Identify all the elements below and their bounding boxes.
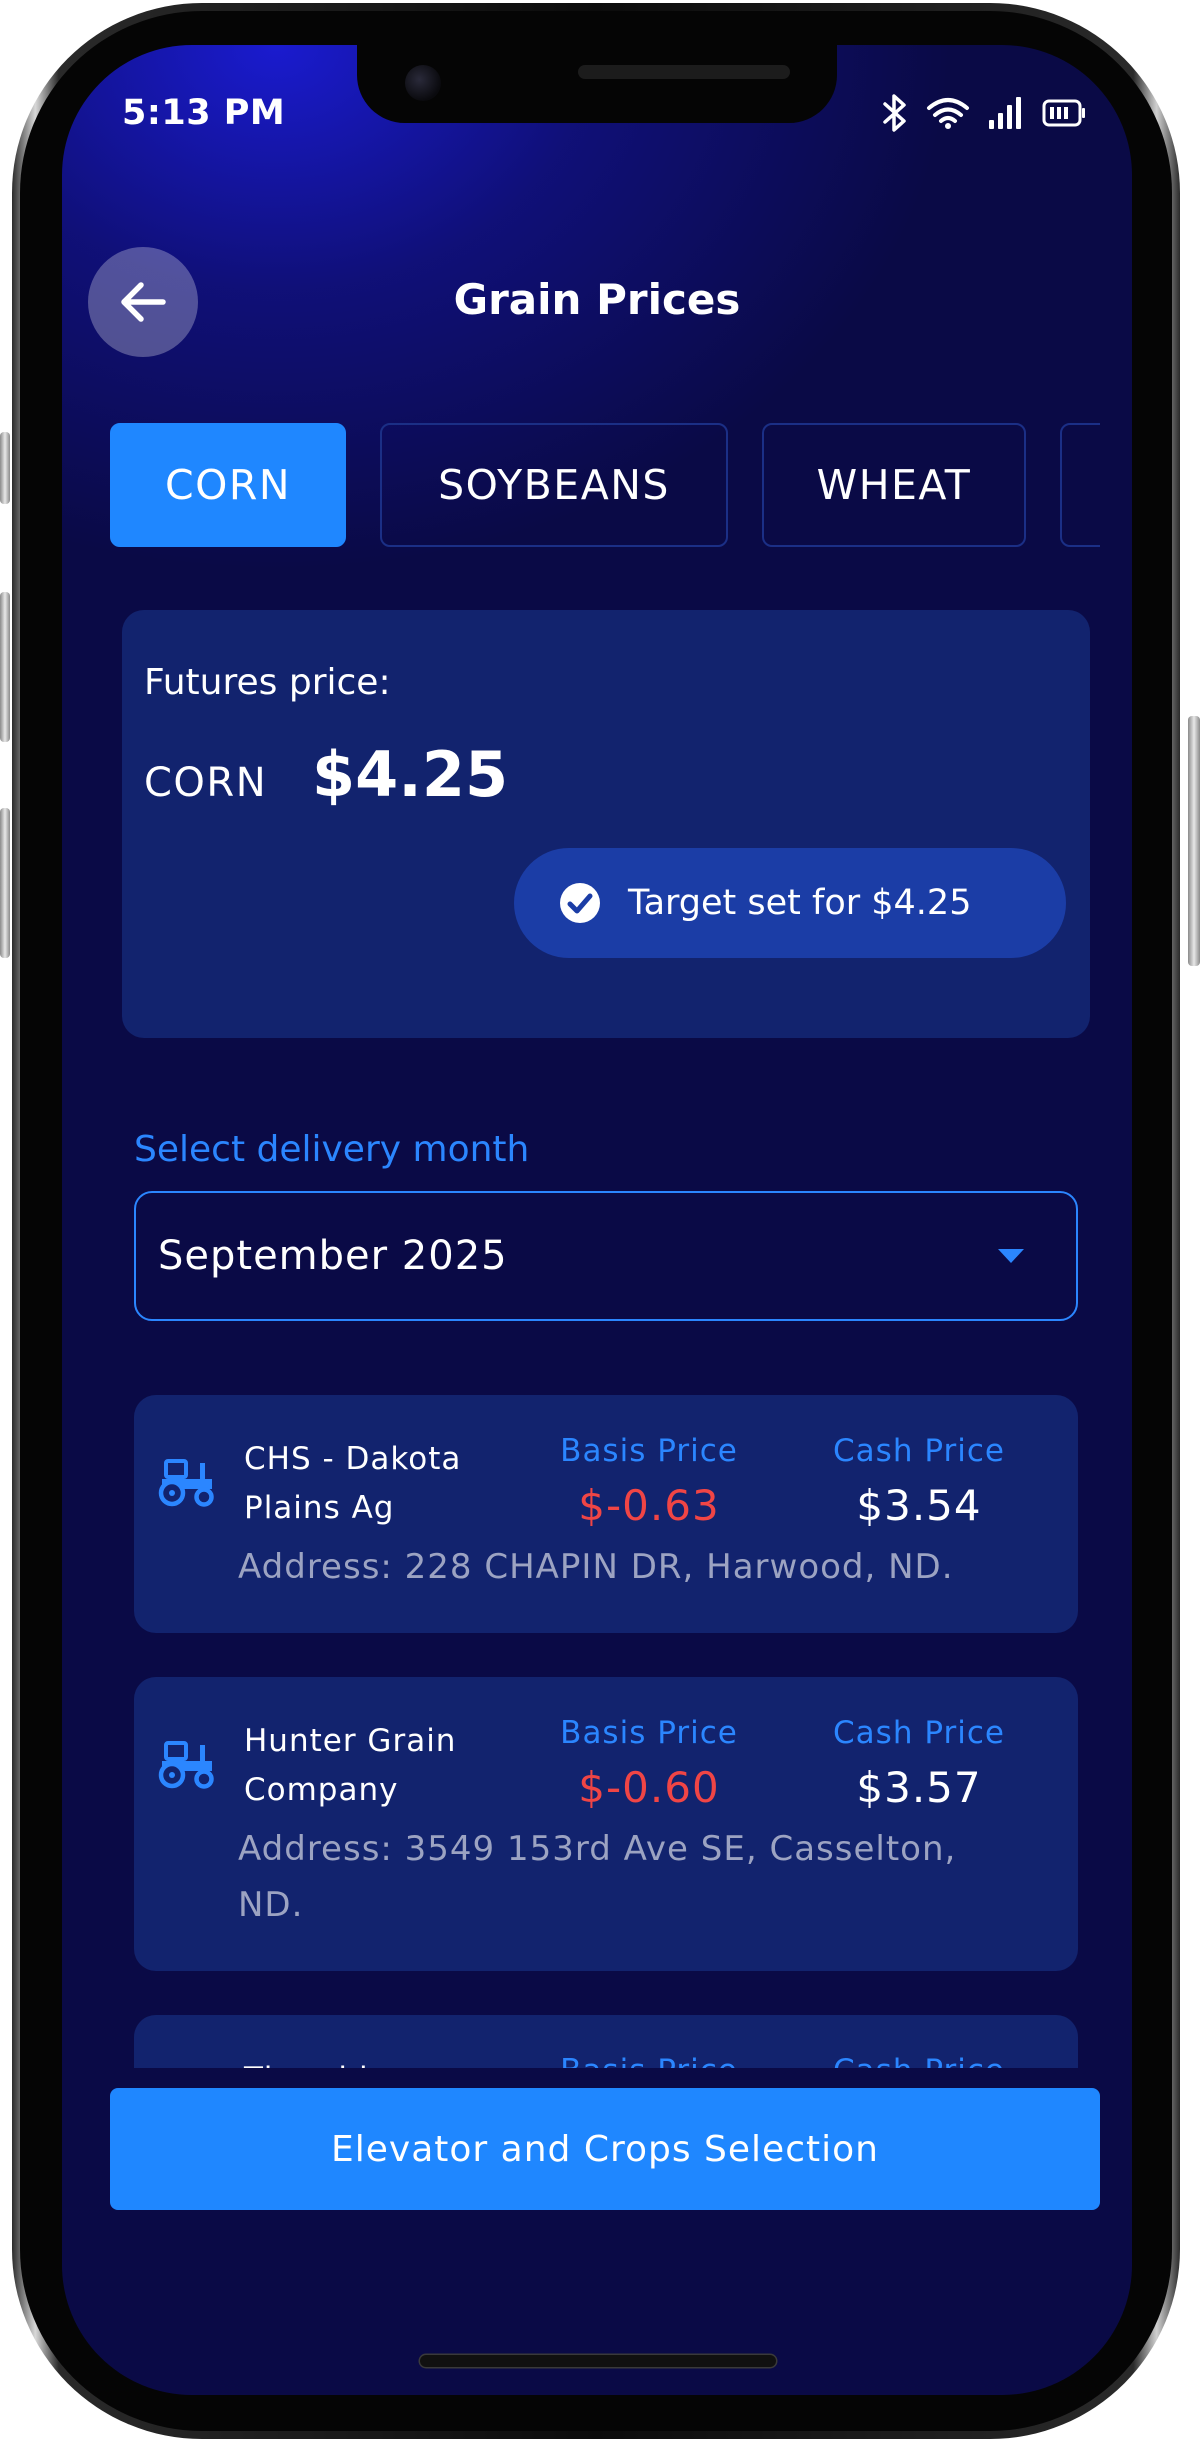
cash-price-label: Cash Price xyxy=(833,1433,1005,1469)
target-text: Target set for $4.25 xyxy=(628,883,972,923)
elevator-address: Address: 228 CHAPIN DR, Harwood, ND. xyxy=(238,1547,954,1587)
page-title: Grain Prices xyxy=(453,275,741,324)
status-icons xyxy=(882,93,1086,133)
crop-tabs: CORN SOYBEANS WHEAT xyxy=(110,423,1100,551)
cash-price-value: $3.54 xyxy=(856,1481,982,1530)
tab-wheat[interactable]: WHEAT xyxy=(762,423,1026,547)
mute-switch xyxy=(0,432,10,504)
tractor-icon xyxy=(158,1741,214,1789)
wifi-icon xyxy=(927,98,969,129)
check-circle-icon xyxy=(560,883,600,923)
futures-price: $4.25 xyxy=(312,738,509,811)
volume-up-button xyxy=(0,592,10,742)
cash-price-value: $3.57 xyxy=(856,1763,982,1812)
elevator-card[interactable]: CHS - Dakota Plains Ag Basis Price $-0.6… xyxy=(134,1395,1078,1633)
delivery-month-label: Select delivery month xyxy=(134,1129,530,1170)
volume-down-button xyxy=(0,808,10,958)
futures-card: Futures price: CORN $4.25 Target set for… xyxy=(122,610,1090,1038)
tab-soybeans[interactable]: SOYBEANS xyxy=(380,423,728,547)
elevator-card[interactable]: Tharaldson Basis Price Cash Price xyxy=(134,2015,1078,2068)
elevator-list[interactable]: CHS - Dakota Plains Ag Basis Price $-0.6… xyxy=(62,1375,1132,2068)
delivery-month-select[interactable]: September 2025 xyxy=(134,1191,1078,1321)
tab-corn[interactable]: CORN xyxy=(110,423,346,547)
home-indicator[interactable] xyxy=(420,2355,776,2367)
elevator-address: Address: 3549 153rd Ave SE, Casselton, N… xyxy=(238,1829,957,1925)
elevator-name: CHS - Dakota Plains Ag xyxy=(244,1441,462,1526)
earpiece-speaker xyxy=(578,65,790,79)
signal-icon xyxy=(989,97,1021,129)
basis-price-value: $-0.60 xyxy=(578,1763,720,1812)
battery-icon xyxy=(1042,99,1085,127)
elevator-crops-selection-button[interactable]: Elevator and Crops Selection xyxy=(110,2088,1100,2210)
status-time: 5:13 PM xyxy=(122,93,286,133)
caret-down-icon xyxy=(998,1249,1024,1263)
cash-price-label: Cash Price xyxy=(833,1715,1005,1751)
app-screen: 5:13 PM Grain Prices CORN SOYBEANS WHEAT… xyxy=(62,45,1132,2395)
basis-price-value: $-0.63 xyxy=(578,1481,720,1530)
basis-price-label: Basis Price xyxy=(560,1433,738,1469)
power-button xyxy=(1188,716,1200,966)
elevator-card[interactable]: Hunter Grain Company Basis Price $-0.60 … xyxy=(134,1677,1078,1971)
basis-price-label: Basis Price xyxy=(560,1715,738,1751)
basis-price-label: Basis Price xyxy=(534,2053,764,2068)
futures-label: Futures price: xyxy=(144,662,391,703)
elevator-name: Tharaldson xyxy=(244,2055,494,2068)
elevator-name: Hunter Grain Company xyxy=(244,1723,457,1808)
bluetooth-icon xyxy=(883,94,906,132)
notch xyxy=(357,45,837,123)
tab-next-crop[interactable] xyxy=(1060,423,1100,547)
tractor-icon xyxy=(158,1459,214,1507)
front-camera xyxy=(405,65,441,101)
target-button[interactable]: Target set for $4.25 xyxy=(514,848,1066,958)
cash-price-label: Cash Price xyxy=(804,2053,1034,2068)
delivery-month-value: September 2025 xyxy=(158,1233,508,1279)
futures-crop: CORN xyxy=(144,760,268,806)
